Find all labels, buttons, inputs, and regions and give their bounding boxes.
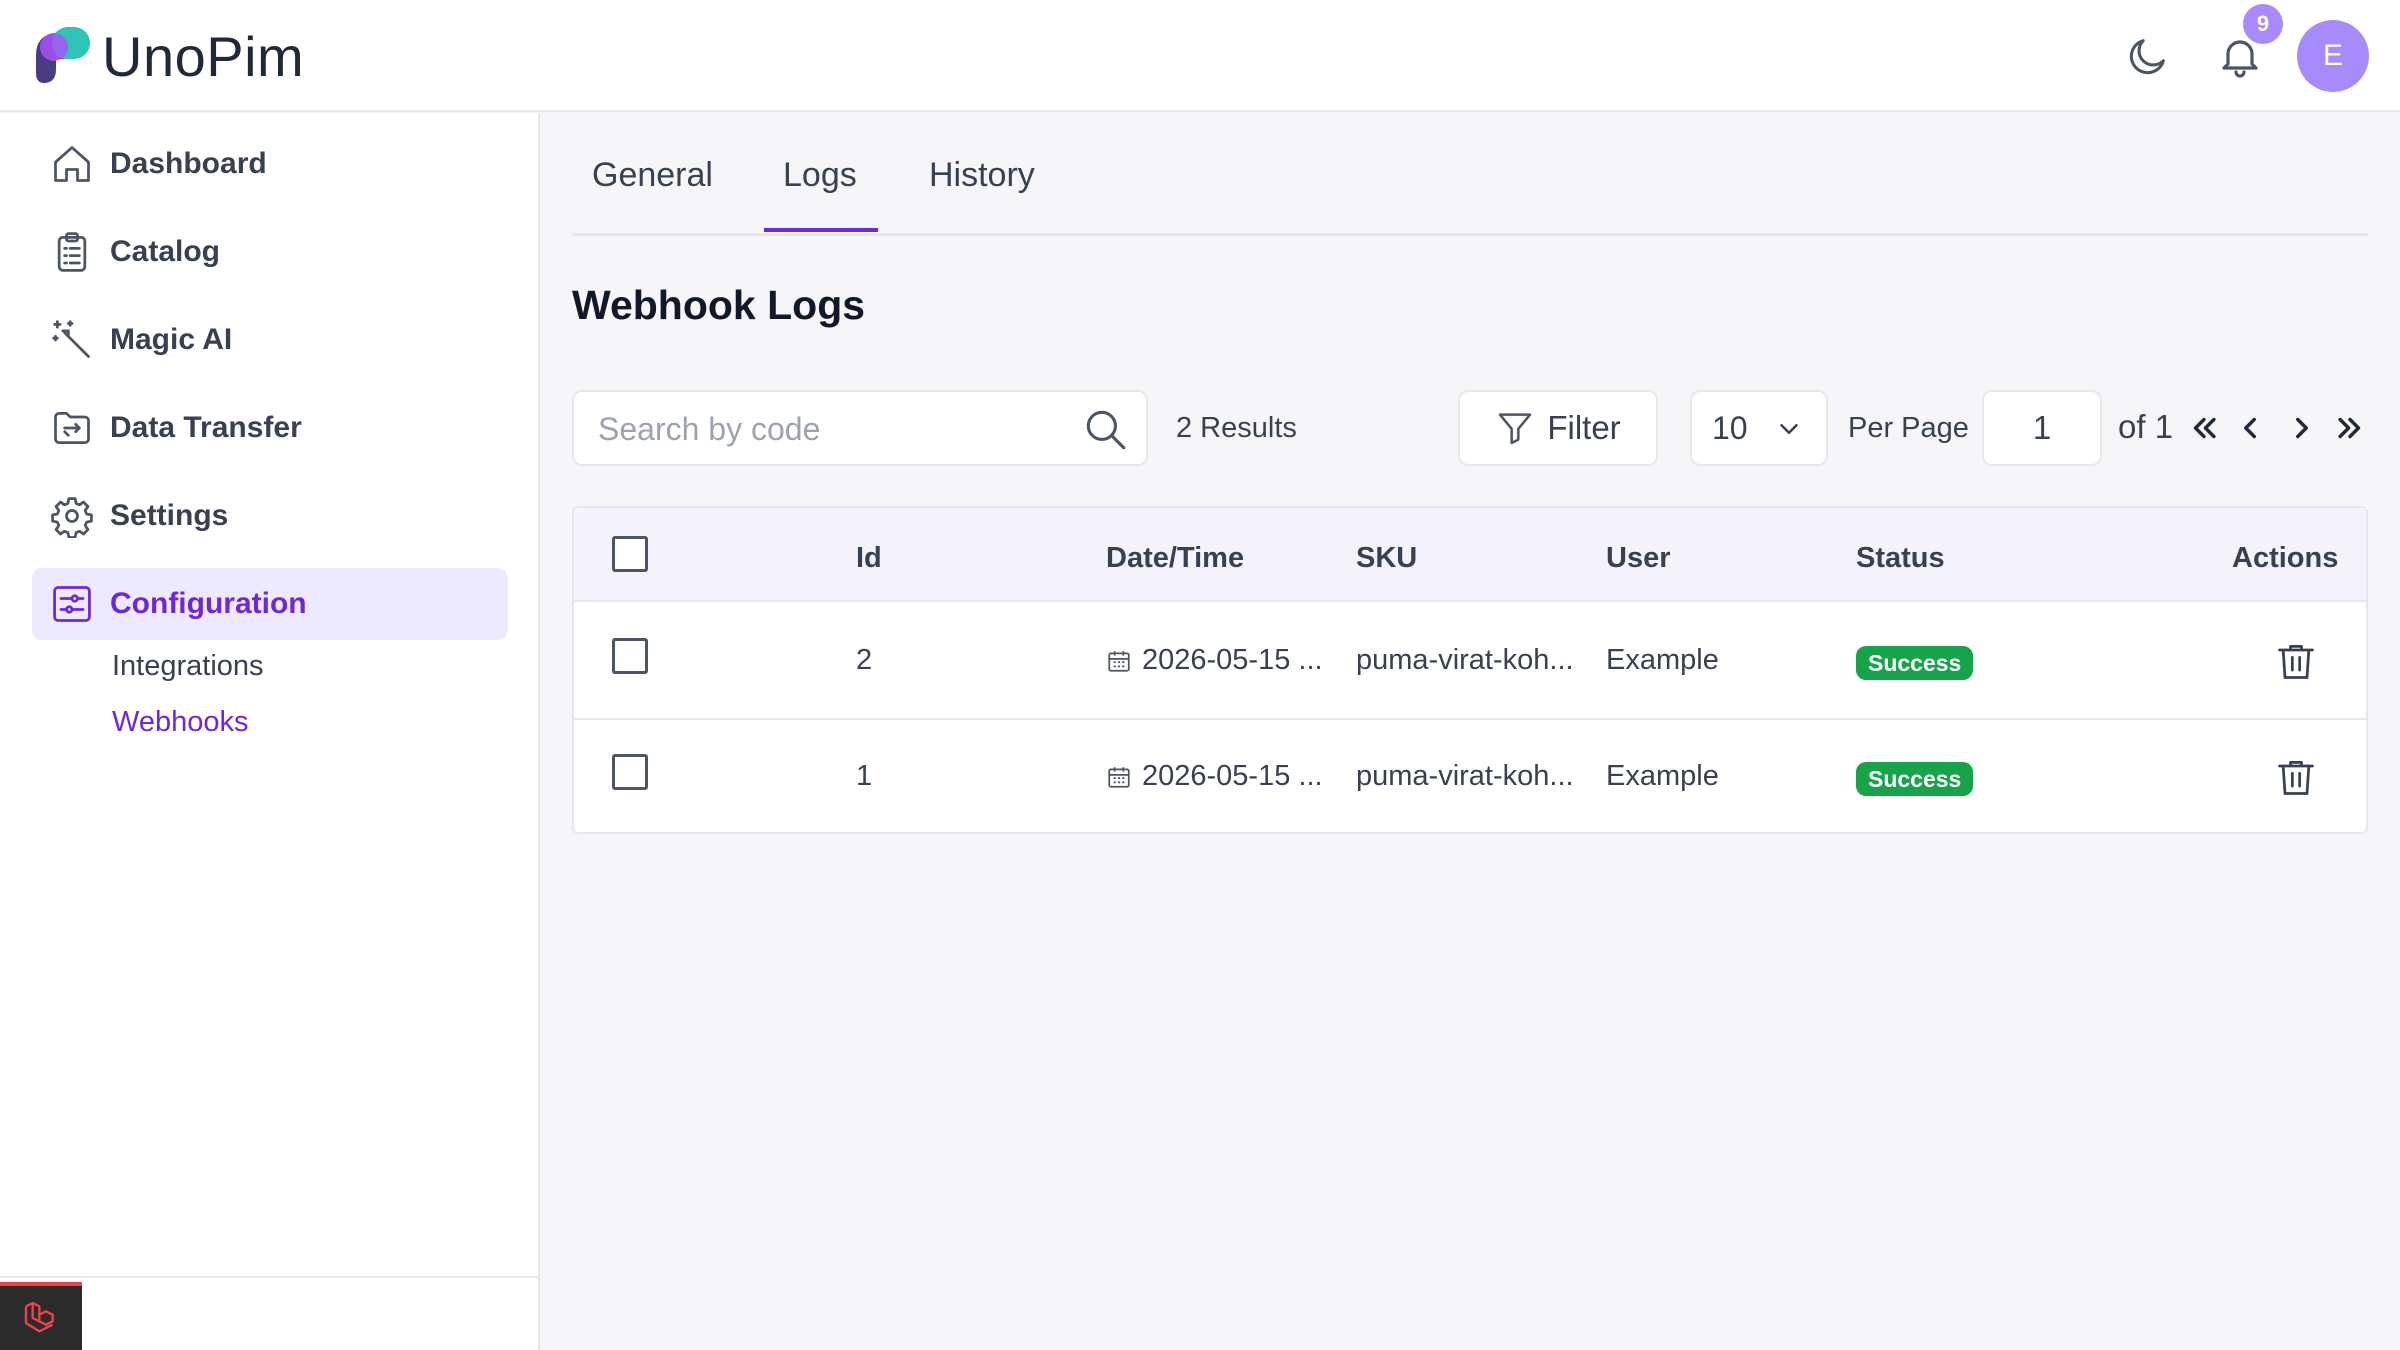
column-header-id[interactable]: Id xyxy=(856,542,882,575)
sidebar-item-dashboard[interactable]: Dashboard xyxy=(32,128,508,200)
sidebar-item-label: Settings xyxy=(110,499,229,532)
tab-general[interactable]: General xyxy=(592,156,713,195)
cell-user: Example xyxy=(1606,644,1719,676)
unopim-logo-icon xyxy=(36,27,90,83)
page-title: Webhook Logs xyxy=(572,282,866,328)
trash-icon xyxy=(2278,760,2314,795)
sidebar: Dashboard Catalog Magic AI Data Transfer… xyxy=(0,114,540,1350)
row-checkbox[interactable] xyxy=(612,638,648,674)
search-input[interactable] xyxy=(598,406,1058,452)
logs-table: Id Date/Time SKU User Status Actions 2 2… xyxy=(572,506,2368,834)
column-header-sku[interactable]: SKU xyxy=(1356,542,1417,575)
last-page-button[interactable] xyxy=(2332,408,2368,448)
sidebar-item-magic-ai[interactable]: Magic AI xyxy=(32,304,508,376)
tab-bar: General Logs History xyxy=(572,114,2368,236)
double-chevron-left-icon xyxy=(2193,417,2216,439)
cell-datetime: 2026-05-15 ... xyxy=(1106,760,1323,793)
cell-datetime: 2026-05-15 ... xyxy=(1106,644,1323,677)
sidebar-item-label: Catalog xyxy=(110,235,221,268)
next-page-button[interactable] xyxy=(2284,408,2320,448)
cell-sku: puma-virat-koh... xyxy=(1356,760,1574,792)
cell-id: 2 xyxy=(856,644,873,676)
select-all-checkbox[interactable] xyxy=(612,536,648,572)
calendar-icon xyxy=(1108,766,1130,788)
debugbar-toggle[interactable] xyxy=(0,1282,82,1350)
brand-name: UnoPim xyxy=(102,24,305,88)
status-badge: Success xyxy=(1856,646,1974,680)
sidebar-subitem-webhooks[interactable]: Webhooks xyxy=(112,706,249,739)
delete-button[interactable] xyxy=(2274,638,2318,684)
column-header-actions: Actions xyxy=(2232,542,2339,574)
per-page-select[interactable]: 10 xyxy=(1690,390,1828,466)
chevron-down-icon xyxy=(1774,414,1804,449)
tab-history[interactable]: History xyxy=(929,156,1035,195)
datetime-text: 2026-05-15 ... xyxy=(1142,644,1323,676)
filter-label: Filter xyxy=(1547,409,1621,446)
moon-icon xyxy=(2129,39,2165,75)
sidebar-item-label: Magic AI xyxy=(110,323,233,356)
active-tab-indicator xyxy=(764,228,878,232)
sliders-icon xyxy=(36,568,108,640)
top-header: UnoPim 9 E xyxy=(0,0,2400,112)
cell-sku: puma-virat-koh... xyxy=(1356,644,1574,676)
tab-logs[interactable]: Logs xyxy=(783,156,857,195)
column-header-status[interactable]: Status xyxy=(1856,542,1945,575)
user-avatar[interactable]: E xyxy=(2297,20,2369,92)
laravel-logo-icon xyxy=(24,1301,54,1333)
sidebar-item-label: Configuration xyxy=(110,587,307,620)
page-number-input[interactable] xyxy=(1984,392,2100,464)
search-box xyxy=(572,390,1148,466)
table-row: 2 2026-05-15 ... puma-virat-koh... Examp… xyxy=(574,604,2366,720)
gear-icon xyxy=(36,480,108,552)
home-icon xyxy=(36,128,108,200)
filter-button[interactable]: Filter xyxy=(1458,390,1658,466)
cell-id: 1 xyxy=(856,760,873,792)
first-page-button[interactable] xyxy=(2186,408,2222,448)
magic-wand-icon xyxy=(36,304,108,376)
sidebar-footer-divider xyxy=(0,1276,538,1278)
chevron-right-icon xyxy=(2296,417,2308,439)
sidebar-item-label: Dashboard xyxy=(110,147,267,180)
notification-count-badge: 9 xyxy=(2243,4,2283,44)
dark-mode-toggle[interactable] xyxy=(2120,28,2176,84)
column-header-user[interactable]: User xyxy=(1606,542,1671,575)
trash-icon xyxy=(2278,644,2314,679)
sidebar-item-label: Data Transfer xyxy=(110,411,302,444)
per-page-value: 10 xyxy=(1712,410,1748,446)
sidebar-item-configuration[interactable]: Configuration xyxy=(32,568,508,640)
transfer-icon xyxy=(36,392,108,464)
sidebar-item-catalog[interactable]: Catalog xyxy=(32,216,508,288)
column-header-datetime[interactable]: Date/Time xyxy=(1106,542,1244,575)
delete-button[interactable] xyxy=(2274,754,2318,800)
calendar-icon xyxy=(1108,650,1130,672)
brand-logo[interactable]: UnoPim xyxy=(30,24,304,88)
funnel-icon xyxy=(1499,413,1532,445)
chevron-left-icon xyxy=(2244,417,2256,439)
table-header: Id Date/Time SKU User Status Actions xyxy=(574,508,2366,602)
row-checkbox[interactable] xyxy=(612,754,648,790)
sidebar-item-data-transfer[interactable]: Data Transfer xyxy=(32,392,508,464)
datetime-text: 2026-05-15 ... xyxy=(1142,760,1323,792)
status-badge: Success xyxy=(1856,762,1974,796)
results-count: 2 Results xyxy=(1176,412,1297,444)
sidebar-item-settings[interactable]: Settings xyxy=(32,480,508,552)
cell-user: Example xyxy=(1606,760,1719,792)
previous-page-button[interactable] xyxy=(2232,408,2268,448)
page-number-field xyxy=(1982,390,2102,466)
clipboard-icon xyxy=(36,216,108,288)
double-chevron-right-icon xyxy=(2338,417,2361,439)
sidebar-subitem-integrations[interactable]: Integrations xyxy=(112,650,264,683)
total-pages-label: of 1 xyxy=(2118,408,2174,445)
search-icon[interactable] xyxy=(1080,404,1130,459)
table-row: 1 2026-05-15 ... puma-virat-koh... Examp… xyxy=(574,722,2366,838)
per-page-label: Per Page xyxy=(1848,412,1969,444)
